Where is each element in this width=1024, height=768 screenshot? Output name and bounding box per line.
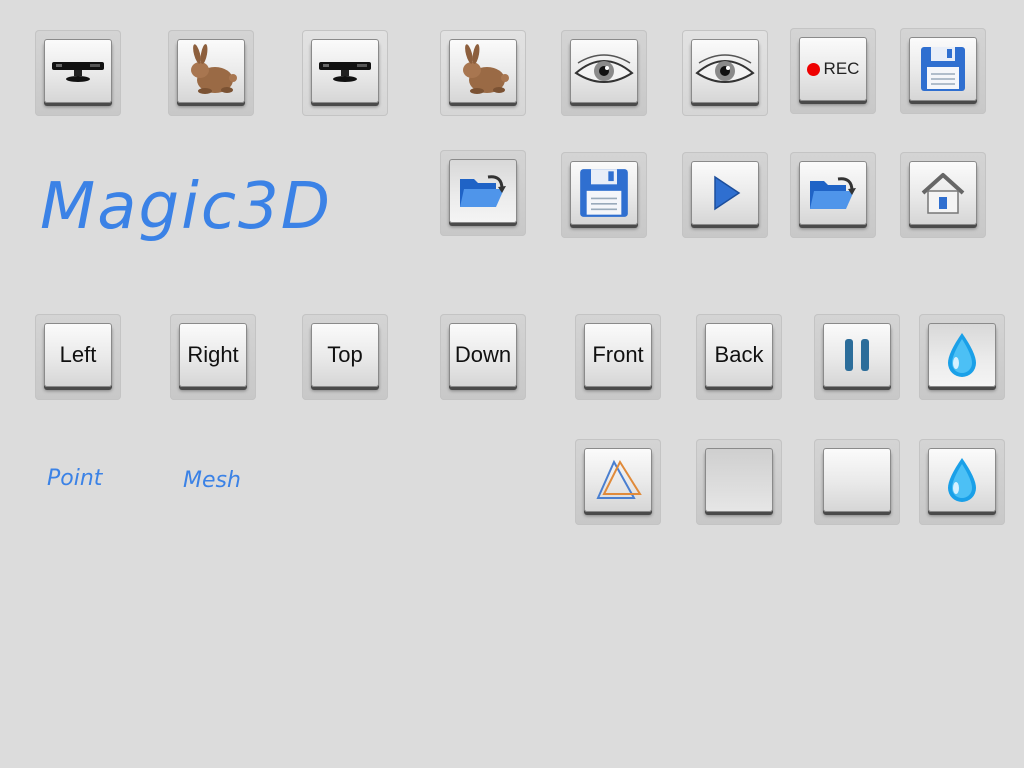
view-right-label: Right [187, 342, 239, 367]
kinect-sensor-icon [52, 62, 104, 82]
play-button[interactable] [682, 152, 768, 238]
view-front-button[interactable]: Front [575, 314, 661, 400]
open-folder-icon [460, 175, 506, 207]
view-left-label: Left [59, 342, 97, 367]
view-left-button[interactable]: Left [35, 314, 121, 400]
pause-button[interactable] [814, 314, 900, 400]
save-button-2[interactable] [561, 152, 647, 238]
home-button[interactable] [900, 152, 986, 238]
view-back-label: Back [714, 342, 764, 367]
view-down-button[interactable]: Down [440, 314, 526, 400]
home-icon [921, 173, 965, 214]
view-top-label: Top [327, 342, 363, 367]
water-drop-button[interactable] [919, 314, 1005, 400]
kinect-button-2[interactable] [302, 30, 388, 116]
play-icon [714, 175, 741, 211]
water-drop-icon [948, 333, 976, 377]
triangle-button[interactable] [575, 439, 661, 525]
blank-button-2[interactable] [814, 439, 900, 525]
kinect-sensor-icon [319, 62, 371, 82]
floppy-disk-icon [580, 169, 628, 217]
open-folder-button[interactable] [440, 150, 526, 236]
eye-icon [695, 54, 755, 83]
bunny-model-button-2[interactable] [440, 30, 526, 116]
open-folder-button-2[interactable] [790, 152, 876, 238]
open-folder-icon [810, 177, 856, 209]
pause-icon [845, 339, 869, 371]
eye-icon [574, 54, 634, 83]
record-label: REC [823, 59, 860, 78]
water-drop-button-2[interactable] [919, 439, 1005, 525]
blank-button-1[interactable] [696, 439, 782, 525]
view-top-button[interactable]: Top [302, 314, 388, 400]
floppy-disk-icon [921, 47, 965, 91]
view-back-button[interactable]: Back [696, 314, 782, 400]
water-drop-icon [948, 458, 976, 502]
bunny-model-button[interactable] [168, 30, 254, 116]
view-right-button[interactable]: Right [170, 314, 256, 400]
view-down-label: Down [454, 342, 512, 367]
eye-view-button-2[interactable] [682, 30, 768, 116]
save-button[interactable] [900, 28, 986, 114]
bunny-icon [463, 44, 509, 94]
point-mode-label[interactable]: Point [47, 466, 102, 491]
record-icon: REC [806, 59, 860, 79]
app-title: Magic3D [40, 170, 333, 244]
bunny-icon [191, 44, 237, 94]
view-front-label: Front [592, 342, 644, 367]
triangle-icon [596, 459, 642, 499]
record-button[interactable]: REC [790, 28, 876, 114]
kinect-button[interactable] [35, 30, 121, 116]
mesh-mode-label[interactable]: Mesh [183, 468, 241, 493]
eye-view-button[interactable] [561, 30, 647, 116]
